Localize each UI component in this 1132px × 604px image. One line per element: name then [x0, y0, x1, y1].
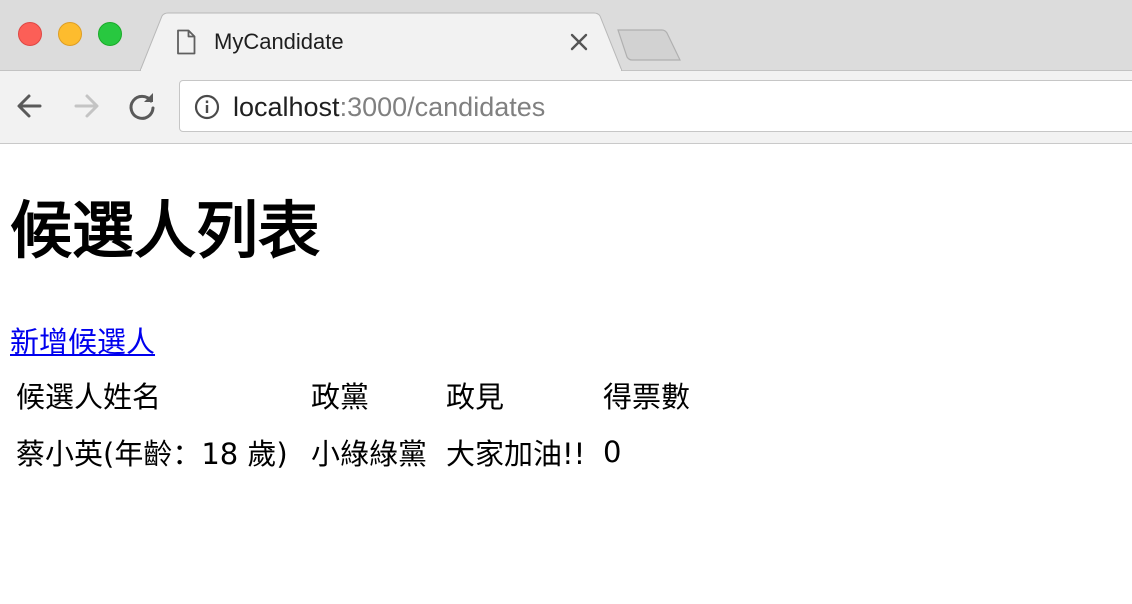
window-maximize-button[interactable]: [98, 22, 122, 46]
window-minimize-button[interactable]: [58, 22, 82, 46]
header-candidate-name: 候選人姓名: [16, 380, 162, 414]
header-votes: 得票數: [603, 380, 691, 414]
table-header-row: 候選人姓名 政黨 政見 得票數: [12, 370, 693, 423]
cell-party: 小綠綠黨: [311, 437, 428, 471]
header-party: 政黨: [311, 380, 370, 414]
new-tab-button[interactable]: [612, 28, 684, 62]
table-row: 蔡小英(年齡：18 歲) 小綠綠黨 大家加油!! 0: [12, 423, 693, 477]
add-candidate-link[interactable]: 新增候選人: [10, 324, 155, 360]
cell-candidate-name: 蔡小英(年齡：18 歲): [16, 437, 288, 471]
page-title: 候選人列表: [10, 194, 321, 267]
url-path: :3000/candidates: [339, 92, 546, 122]
tab-title: MyCandidate: [214, 29, 344, 54]
cell-votes: 0: [603, 435, 622, 469]
window-close-button[interactable]: [18, 22, 42, 46]
close-tab-icon[interactable]: [568, 31, 590, 53]
candidates-table: 候選人姓名 政黨 政見 得票數 蔡小英(年齡：18 歲) 小綠綠黨 大家加油!!…: [12, 370, 693, 477]
address-bar[interactable]: localhost:3000/candidates: [179, 80, 1132, 132]
back-arrow-icon[interactable]: [14, 90, 46, 122]
tab-strip: MyCandidate: [0, 0, 1132, 71]
forward-arrow-icon[interactable]: [70, 90, 102, 122]
tab-mycandidate[interactable]: MyCandidate: [140, 12, 622, 71]
url-text[interactable]: localhost:3000/candidates: [233, 92, 545, 122]
document-icon: [177, 29, 196, 55]
page-content: 候選人列表 新增候選人 候選人姓名 政黨 政見 得票數 蔡小英(年齡：18 歲)…: [0, 144, 1132, 604]
cell-platform: 大家加油!!: [446, 437, 586, 471]
info-icon[interactable]: [194, 94, 220, 120]
browser-toolbar: localhost:3000/candidates: [0, 71, 1132, 144]
tab-shape: [140, 12, 622, 71]
reload-icon[interactable]: [126, 90, 158, 122]
browser-chrome: MyCandidate localhost:3000/candidates: [0, 0, 1132, 144]
header-platform: 政見: [446, 380, 505, 414]
url-host: localhost: [233, 92, 340, 122]
